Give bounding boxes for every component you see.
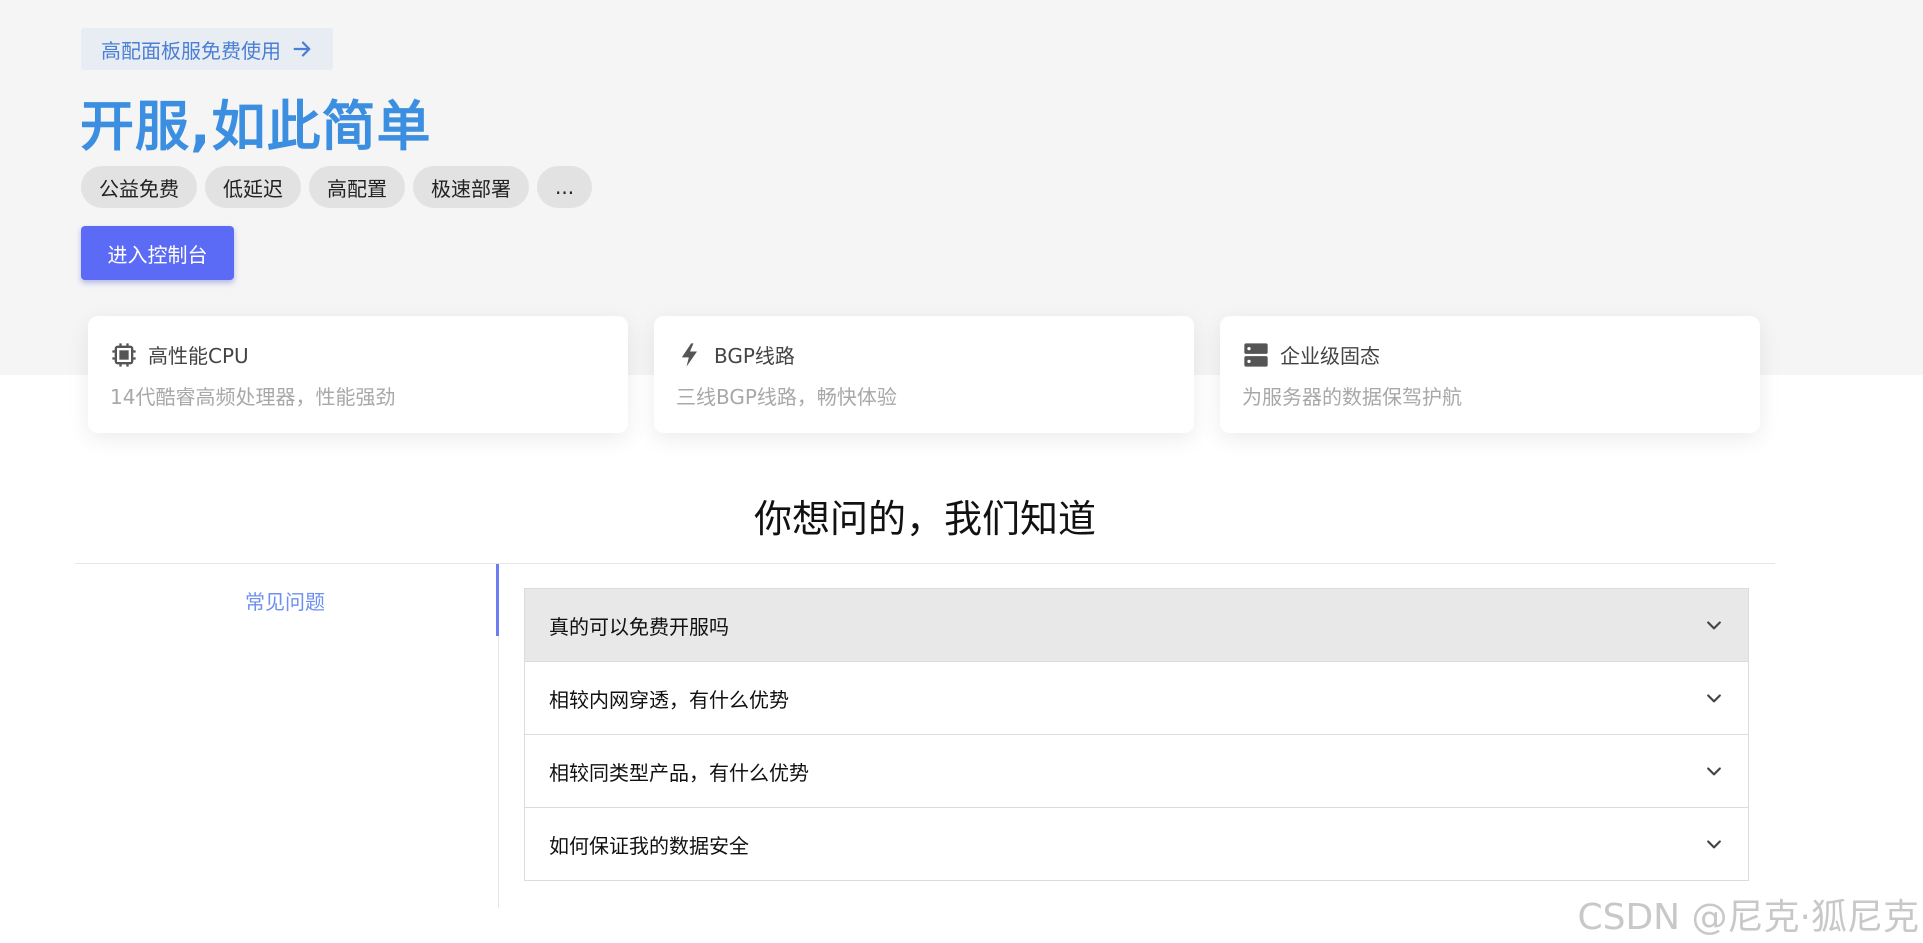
faq-item[interactable]: 如何保证我的数据安全 xyxy=(524,808,1749,881)
chevron-down-icon xyxy=(1707,767,1721,776)
feature-title: BGP线路 xyxy=(714,344,795,368)
tag-item: 低延迟 xyxy=(205,166,301,208)
hero-title: 开服,如此简单 xyxy=(80,95,432,158)
tag-item: 公益免费 xyxy=(81,166,197,208)
faq-item[interactable]: 相较内网穿透，有什么优势 xyxy=(524,662,1749,735)
feature-title: 高性能CPU xyxy=(148,344,249,368)
faq-question: 真的可以免费开服吗 xyxy=(549,614,729,639)
faq-divider xyxy=(75,563,1775,564)
tag-item: 极速部署 xyxy=(413,166,529,208)
faq-list: 真的可以免费开服吗 相较内网穿透，有什么优势 相较同类型产品，有什么优势 如何保… xyxy=(524,588,1749,881)
feature-desc: 三线BGP线路，畅快体验 xyxy=(676,385,897,409)
feature-desc: 14代酷睿高频处理器，性能强劲 xyxy=(110,385,396,409)
faq-question: 相较同类型产品，有什么优势 xyxy=(549,760,809,785)
lightning-icon xyxy=(681,342,697,367)
faq-category-common[interactable]: 常见问题 xyxy=(75,586,495,615)
promo-link[interactable]: 高配面板服免费使用 xyxy=(81,28,333,70)
chevron-down-icon xyxy=(1707,694,1721,703)
faq-title: 你想问的，我们知道 xyxy=(753,497,1096,541)
faq-item[interactable]: 相较同类型产品，有什么优势 xyxy=(524,735,1749,808)
tag-more[interactable]: ... xyxy=(537,166,593,208)
enter-console-button[interactable]: 进入控制台 xyxy=(81,226,234,280)
feature-title: 企业级固态 xyxy=(1280,344,1380,368)
faq-item[interactable]: 真的可以免费开服吗 xyxy=(524,588,1749,662)
chevron-down-icon xyxy=(1707,840,1721,849)
watermark: CSDN @尼克·狐尼克 xyxy=(1577,897,1919,938)
cpu-icon xyxy=(112,342,136,367)
faq-question: 相较内网穿透，有什么优势 xyxy=(549,687,789,712)
arrow-right-icon xyxy=(293,41,311,57)
feature-tags: 公益免费 低延迟 高配置 极速部署 ... xyxy=(81,166,593,208)
feature-card-cpu: 高性能CPU 14代酷睿高频处理器，性能强劲 xyxy=(88,316,628,433)
faq-category-indicator xyxy=(496,564,499,636)
feature-card-bgp: BGP线路 三线BGP线路，畅快体验 xyxy=(654,316,1194,433)
feature-card-ssd: 企业级固态 为服务器的数据保驾护航 xyxy=(1220,316,1760,433)
tag-item: 高配置 xyxy=(309,166,405,208)
faq-question: 如何保证我的数据安全 xyxy=(549,833,749,858)
server-icon xyxy=(1244,342,1268,367)
feature-desc: 为服务器的数据保驾护航 xyxy=(1242,385,1462,409)
chevron-down-icon xyxy=(1707,621,1721,630)
promo-label: 高配面板服免费使用 xyxy=(101,38,281,63)
